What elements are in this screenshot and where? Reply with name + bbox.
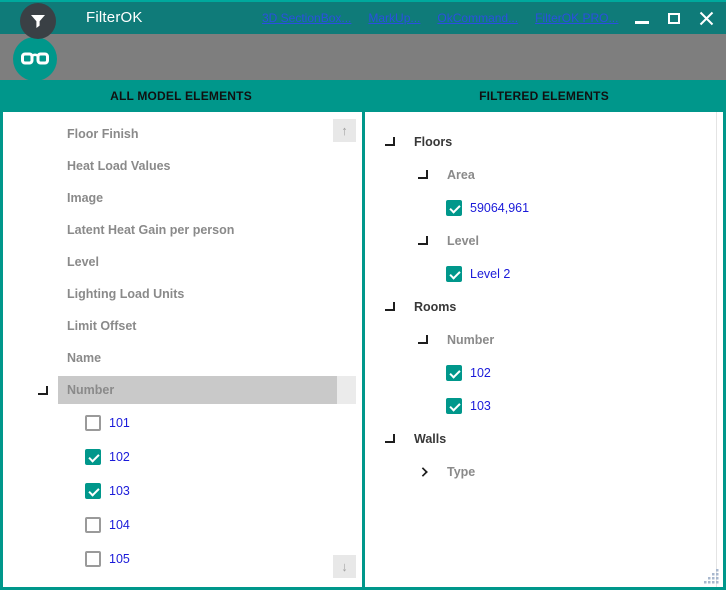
list-item-image[interactable]: Image [3,182,362,214]
list-item-label: Level [67,255,99,269]
scrollbar-track-line [716,112,717,587]
collapse-expanded-icon[interactable] [385,137,395,146]
link-markup[interactable]: MarkUp... [368,11,420,25]
tree-item-rooms[interactable]: Rooms [365,290,723,323]
all-model-elements-panel: Floor Finish Heat Load Values Image Late… [3,112,362,587]
list-item-limit-offset[interactable]: Limit Offset [3,310,362,342]
checkbox-label: 102 [109,450,130,464]
main-area: Floor Finish Heat Load Values Image Late… [0,112,726,590]
tree-item-label: Floors [414,135,452,149]
checkbox-item-104[interactable]: 104 [3,508,362,542]
tree-item-label: Number [447,333,494,347]
tree-item-label: Type [447,465,475,479]
arrow-up-icon: ↑ [341,123,348,138]
list-item-latent-heat-gain[interactable]: Latent Heat Gain per person [3,214,362,246]
tree-item-label: Area [447,168,475,182]
list-item-level[interactable]: Level [3,246,362,278]
filtered-elements-panel: Floors Area 59064,961 Level Level 2 Room… [365,112,723,587]
list-item-label: Floor Finish [67,127,139,141]
scroll-down-button[interactable]: ↓ [333,555,356,578]
checkbox[interactable] [446,365,462,381]
resize-grip[interactable] [702,567,720,585]
list-item-label: Lighting Load Units [67,287,184,301]
tree-item-label: Rooms [414,300,456,314]
checkbox-label: 102 [470,366,491,380]
maximize-button[interactable] [658,2,690,34]
tree-item-type[interactable]: Type [365,455,723,488]
list-item-label: Number [67,383,114,397]
tree-item-area[interactable]: Area [365,158,723,191]
collapse-expanded-icon[interactable] [418,170,428,179]
checkbox-label: 103 [109,484,130,498]
maximize-icon [668,13,680,24]
checkbox-label: Level 2 [470,267,510,281]
checkbox-label: 104 [109,518,130,532]
checkbox-item-102[interactable]: 102 [3,440,362,474]
list-item-label: Latent Heat Gain per person [67,223,234,237]
tree-item-floors[interactable]: Floors [365,125,723,158]
checkbox[interactable] [85,415,101,431]
titlebar: FilterOK 3D SectionBox... MarkUp... OkCo… [0,0,726,34]
list-item-label: Heat Load Values [67,159,171,173]
list-item-heat-load-values[interactable]: Heat Load Values [3,150,362,182]
window-controls [626,2,722,34]
checkbox[interactable] [85,449,101,465]
close-icon [699,11,714,26]
right-panel-header: FILTERED ELEMENTS [362,80,726,112]
window-title: FilterOK [86,9,143,26]
collapse-expanded-icon[interactable] [38,386,48,395]
glasses-button[interactable] [13,37,57,81]
checkbox-label: 105 [109,552,130,566]
checkbox[interactable] [446,266,462,282]
list-item-label: Limit Offset [67,319,136,333]
scroll-up-button[interactable]: ↑ [333,119,356,142]
checkbox[interactable] [446,398,462,414]
collapse-expanded-icon[interactable] [385,434,395,443]
close-button[interactable] [690,2,722,34]
tree-item-label: Level [447,234,479,248]
link-filterok-pro[interactable]: FilterOK PRO... [535,11,618,25]
column-headers: ALL MODEL ELEMENTS FILTERED ELEMENTS [0,80,726,112]
checkbox[interactable] [85,483,101,499]
tree-value-59064-961[interactable]: 59064,961 [365,191,723,224]
collapse-expanded-icon[interactable] [385,302,395,311]
tree-value-102[interactable]: 102 [365,356,723,389]
checkbox[interactable] [446,200,462,216]
expand-collapsed-icon[interactable] [418,467,428,477]
toolbar [0,34,726,80]
titlebar-links: 3D SectionBox... MarkUp... OkCommand... … [262,11,618,25]
tree-item-number[interactable]: Number [365,323,723,356]
arrow-down-icon: ↓ [341,559,348,574]
checkbox-item-101[interactable]: 101 [3,406,362,440]
checkbox-item-105[interactable]: 105 [3,542,362,576]
checkbox-label: 59064,961 [470,201,529,215]
tree-value-level-2[interactable]: Level 2 [365,257,723,290]
left-panel-header: ALL MODEL ELEMENTS [0,80,362,112]
minimize-icon [635,21,649,24]
list-item-floor-finish[interactable]: Floor Finish [3,118,362,150]
selection-highlight-track [337,376,356,404]
tree-value-103[interactable]: 103 [365,389,723,422]
minimize-button[interactable] [626,2,658,34]
list-item-lighting-load-units[interactable]: Lighting Load Units [3,278,362,310]
glasses-icon [20,50,50,68]
link-okcommand[interactable]: OkCommand... [437,11,518,25]
list-item-number[interactable]: Number [3,374,362,406]
collapse-expanded-icon[interactable] [418,335,428,344]
checkbox-item-103[interactable]: 103 [3,474,362,508]
app-funnel-icon [20,3,56,39]
list-item-label: Image [67,191,103,205]
list-item-label: Name [67,351,101,365]
collapse-expanded-icon[interactable] [418,236,428,245]
checkbox[interactable] [85,551,101,567]
list-item-name[interactable]: Name [3,342,362,374]
tree-item-level[interactable]: Level [365,224,723,257]
checkbox[interactable] [85,517,101,533]
checkbox-label: 103 [470,399,491,413]
tree-item-label: Walls [414,432,446,446]
link-3d-sectionbox[interactable]: 3D SectionBox... [262,11,351,25]
checkbox-label: 101 [109,416,130,430]
tree-item-walls[interactable]: Walls [365,422,723,455]
